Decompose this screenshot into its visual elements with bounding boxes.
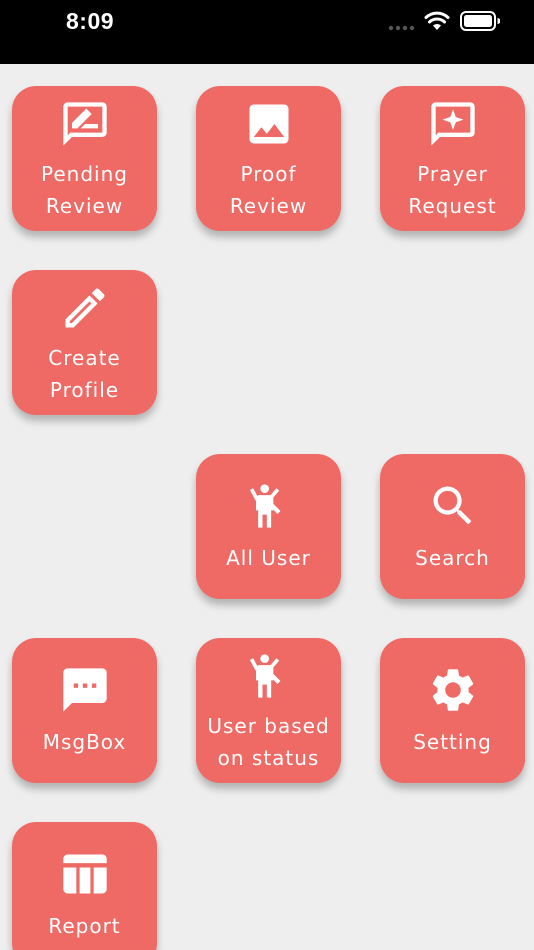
setting-button[interactable]: Setting — [380, 638, 525, 783]
all-user-label: All User — [226, 546, 311, 570]
create-profile-label-line2: Profile — [49, 378, 120, 402]
msgbox-label: MsgBox — [42, 730, 127, 754]
report-button[interactable]: Report — [12, 822, 157, 950]
pencil-icon — [65, 288, 105, 328]
feedback-edit-icon — [62, 102, 107, 146]
user-based-on-status-label-line1: User based — [207, 714, 330, 738]
prayer-request-label-line1: Prayer — [417, 162, 488, 186]
user-based-on-status-label-line2: on status — [217, 746, 320, 770]
battery-icon — [460, 11, 500, 31]
pending-review-label-line1: Pending — [41, 162, 128, 186]
msgbox-button[interactable]: MsgBox — [12, 638, 157, 783]
user-based-on-status-button[interactable]: User based on status — [196, 638, 341, 783]
pending-review-button[interactable]: Pending Review — [12, 86, 157, 231]
status-bar: 8:09 — [0, 0, 534, 64]
person-waving-icon — [249, 654, 280, 698]
person-waving-icon — [249, 484, 280, 528]
chat-bubble-icon — [62, 668, 107, 712]
prayer-request-label-line2: Request — [408, 194, 497, 218]
all-user-button[interactable]: All User — [196, 454, 341, 599]
gear-icon — [432, 669, 473, 711]
table-icon — [62, 854, 107, 894]
status-time: 8:09 — [66, 8, 115, 34]
create-profile-label-line1: Create — [48, 346, 121, 370]
report-label: Report — [48, 914, 121, 938]
cellular-signal-icon — [388, 25, 415, 31]
image-icon — [249, 104, 288, 144]
proof-review-label-line2: Review — [229, 194, 308, 218]
wifi-icon — [424, 11, 450, 30]
sparkle-message-icon — [430, 102, 475, 146]
prayer-request-button[interactable]: Prayer Request — [380, 86, 525, 231]
create-profile-button[interactable]: Create Profile — [12, 270, 157, 415]
proof-review-button[interactable]: Proof Review — [196, 86, 341, 231]
setting-label: Setting — [413, 730, 492, 754]
search-button[interactable]: Search — [380, 454, 525, 599]
pending-review-label-line2: Review — [45, 194, 124, 218]
proof-review-label-line1: Proof — [240, 162, 297, 186]
search-icon — [433, 486, 471, 525]
search-label: Search — [415, 546, 490, 570]
